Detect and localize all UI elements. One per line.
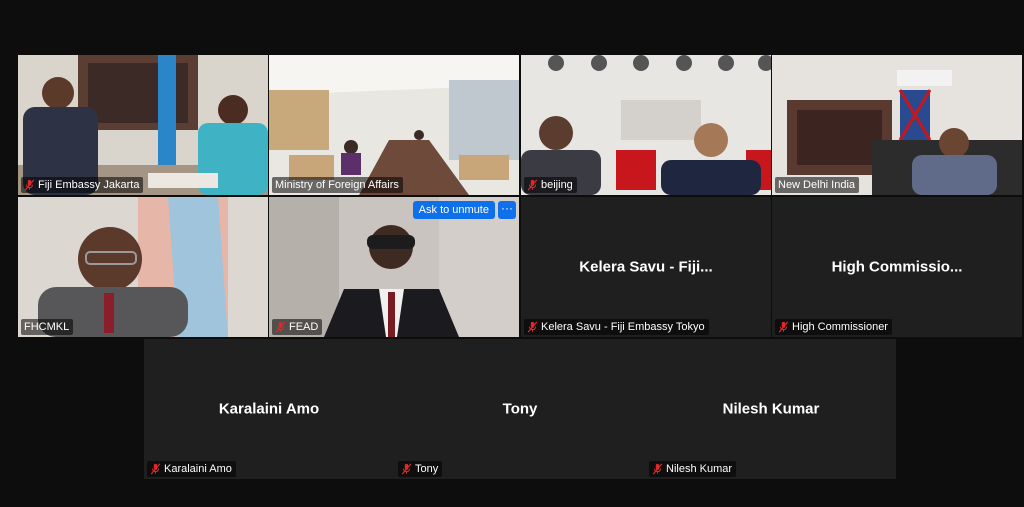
- video-tile-kelera-savu[interactable]: Kelera Savu - Fiji... Kelera Savu - Fiji…: [521, 197, 771, 337]
- participant-tile-name: Tony: [502, 400, 538, 418]
- video-tile-high-commissioner[interactable]: High Commissio... High Commissioner: [772, 197, 1022, 337]
- participant-name: New Delhi India: [778, 179, 856, 191]
- more-options-button[interactable]: ···: [498, 201, 516, 219]
- participant-video: [772, 55, 1022, 195]
- participant-name: FHCMKL: [24, 321, 70, 333]
- participant-video: [269, 55, 519, 195]
- participant-video: [521, 55, 771, 195]
- participant-name: Ministry of Foreign Affairs: [275, 179, 399, 191]
- participant-video: [18, 197, 268, 337]
- participant-name: Karalaini Amo: [164, 463, 232, 475]
- muted-mic-icon: [150, 463, 161, 475]
- participant-name: FEAD: [289, 321, 319, 333]
- muted-mic-icon: [778, 321, 789, 333]
- muted-mic-icon: [401, 463, 412, 475]
- muted-mic-icon: [275, 321, 286, 333]
- participant-label: beijing: [524, 177, 577, 193]
- participant-label: Ministry of Foreign Affairs: [272, 177, 403, 193]
- participant-label: FHCMKL: [21, 319, 74, 335]
- video-tile-karalaini-amo[interactable]: Karalaini Amo Karalaini Amo: [144, 339, 394, 479]
- video-tile-nilesh-kumar[interactable]: Nilesh Kumar Nilesh Kumar: [646, 339, 896, 479]
- participant-video: [18, 55, 268, 195]
- participant-label: Karalaini Amo: [147, 461, 236, 477]
- video-tile-fiji-embassy-jakarta[interactable]: Fiji Embassy Jakarta: [18, 55, 268, 195]
- participant-tile-name: Kelera Savu - Fiji...: [579, 258, 713, 276]
- participant-name: High Commissioner: [792, 321, 888, 333]
- muted-mic-icon: [24, 179, 35, 191]
- participant-label: Fiji Embassy Jakarta: [21, 177, 144, 193]
- video-tile-tony[interactable]: Tony Tony: [395, 339, 645, 479]
- video-tile-new-delhi-india[interactable]: New Delhi India: [772, 55, 1022, 195]
- video-tile-ministry-of-foreign-affairs[interactable]: Ministry of Foreign Affairs: [269, 55, 519, 195]
- participant-name: Nilesh Kumar: [666, 463, 733, 475]
- participant-label: Kelera Savu - Fiji Embassy Tokyo: [524, 319, 709, 335]
- muted-mic-icon: [652, 463, 663, 475]
- participant-label: FEAD: [272, 319, 323, 335]
- participant-name: Kelera Savu - Fiji Embassy Tokyo: [541, 321, 705, 333]
- participant-tile-name: Nilesh Kumar: [722, 400, 820, 418]
- video-tile-beijing[interactable]: beijing: [521, 55, 771, 195]
- participant-name: beijing: [541, 179, 573, 191]
- participant-name: Fiji Embassy Jakarta: [38, 179, 140, 191]
- participant-label: Tony: [398, 461, 443, 477]
- muted-mic-icon: [527, 179, 538, 191]
- participant-label: New Delhi India: [775, 177, 860, 193]
- participant-tile-name: High Commissio...: [831, 258, 963, 276]
- participant-label: Nilesh Kumar: [649, 461, 737, 477]
- participant-label: High Commissioner: [775, 319, 892, 335]
- muted-mic-icon: [527, 321, 538, 333]
- ask-to-unmute-button[interactable]: Ask to unmute: [412, 201, 495, 219]
- participant-name: Tony: [415, 463, 439, 475]
- participant-tile-name: Karalaini Amo: [218, 400, 320, 418]
- video-tile-fead[interactable]: Ask to unmute ··· FEAD: [269, 197, 519, 337]
- video-tile-fhcmkl[interactable]: FHCMKL: [18, 197, 268, 337]
- bottom-tiles-row: Karalaini Amo Karalaini Amo Tony Tony Ni…: [144, 339, 896, 479]
